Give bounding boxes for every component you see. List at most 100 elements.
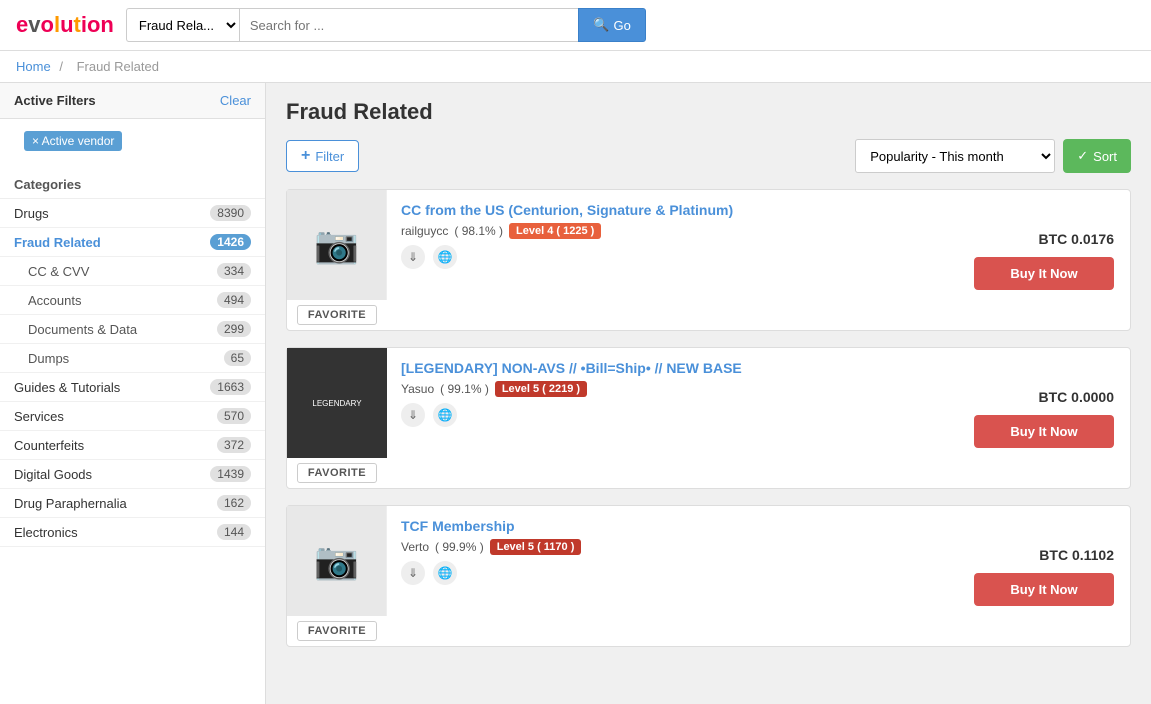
seller-name: Verto [401,540,429,554]
active-vendor-filter-tag[interactable]: × Active vendor [24,131,122,151]
filter-btn-label: Filter [315,149,344,164]
product-title[interactable]: TCF Membership [401,518,936,534]
sidebar-category-item[interactable]: Drugs 8390 [0,199,265,228]
globe-icon[interactable]: 🌐 [433,245,457,269]
sidebar: Active Filters Clear × Active vendor Cat… [0,83,266,704]
download-icon[interactable]: ⇓ [401,403,425,427]
product-pricing: BTC 0.0000 Buy It Now [950,348,1130,488]
buy-now-button[interactable]: Buy It Now [974,257,1114,290]
product-meta: Verto ( 99.9% ) Level 5 ( 1170 ) [401,539,936,555]
buy-now-button[interactable]: Buy It Now [974,573,1114,606]
active-filters-bar: Active Filters Clear [0,83,265,119]
download-icon[interactable]: ⇓ [401,245,425,269]
category-label: Accounts [28,293,81,308]
search-icon: 🔍 [593,17,609,33]
category-count: 299 [217,321,251,337]
favorite-bar: FAVORITE [289,616,385,646]
sidebar-category-item[interactable]: Counterfeits372 [0,431,265,460]
product-image: 📷 [287,506,387,616]
sidebar-category-item[interactable]: Drug Paraphernalia162 [0,489,265,518]
categories-title: Categories [0,167,265,199]
product-info: TCF Membership Verto ( 99.9% ) Level 5 (… [387,506,950,646]
sidebar-category-item[interactable]: Fraud Related1426 [0,228,265,257]
category-label: Drugs [14,206,49,221]
search-btn-label: Go [614,18,631,33]
product-action-icons: ⇓ 🌐 [401,245,936,269]
category-label: Digital Goods [14,467,92,482]
globe-icon[interactable]: 🌐 [433,403,457,427]
category-count: 494 [217,292,251,308]
category-label: Fraud Related [14,235,101,250]
favorite-button[interactable]: FAVORITE [297,305,377,325]
product-price: BTC 0.0176 [1039,231,1114,247]
category-label: Documents & Data [28,322,137,337]
sidebar-category-item[interactable]: CC & CVV334 [0,257,265,286]
category-count: 8390 [210,205,251,221]
product-price: BTC 0.0000 [1039,389,1114,405]
search-category-select[interactable]: Fraud Rela... [126,8,239,42]
level-badge: Level 5 ( 2219 ) [495,381,587,397]
sidebar-category-item[interactable]: Dumps65 [0,344,265,373]
active-filters-label: Active Filters [14,93,96,108]
category-label: Services [14,409,64,424]
buy-now-button[interactable]: Buy It Now [974,415,1114,448]
plus-icon: + [301,147,310,165]
product-title[interactable]: CC from the US (Centurion, Signature & P… [401,202,936,218]
category-count: 1663 [210,379,251,395]
seller-name: railguycc [401,224,448,238]
product-image: 📷 [287,190,387,300]
level-badge: Level 5 ( 1170 ) [490,539,582,555]
category-label: CC & CVV [28,264,89,279]
sidebar-category-item[interactable]: Electronics144 [0,518,265,547]
globe-icon[interactable]: 🌐 [433,561,457,585]
product-image-col: 📷 FAVORITE [287,190,387,330]
product-action-icons: ⇓ 🌐 [401,403,936,427]
seller-rating: ( 99.9% ) [435,540,484,554]
category-count: 144 [217,524,251,540]
product-meta: Yasuo ( 99.1% ) Level 5 ( 2219 ) [401,381,936,397]
categories-list: Drugs8390Fraud Related1426CC & CVV334Acc… [0,199,265,547]
breadcrumb-separator: / [59,59,63,74]
product-info: [LEGENDARY] NON-AVS // •Bill=Ship• // NE… [387,348,950,488]
product-image: LEGENDARY [287,348,387,458]
seller-name: Yasuo [401,382,434,396]
product-img-text: LEGENDARY [308,395,365,412]
category-count: 372 [217,437,251,453]
product-title[interactable]: [LEGENDARY] NON-AVS // •Bill=Ship• // NE… [401,360,936,376]
sort-select[interactable]: Popularity - This month [855,139,1055,173]
favorite-button[interactable]: FAVORITE [297,463,377,483]
sidebar-category-item[interactable]: Documents & Data 299 [0,315,265,344]
product-card: 📷 FAVORITE TCF Membership Verto ( 99.9% … [286,505,1131,647]
filter-button[interactable]: + Filter [286,140,359,172]
category-label: Guides & Tutorials [14,380,120,395]
sort-area: Popularity - This month ✓ Sort [855,139,1131,173]
header: evolution Fraud Rela... 🔍 Go [0,0,1151,51]
clear-filters-link[interactable]: Clear [220,93,251,108]
toolbar: + Filter Popularity - This month ✓ Sort [286,139,1131,173]
sort-button[interactable]: ✓ Sort [1063,139,1131,173]
sidebar-category-item[interactable]: Guides & Tutorials 1663 [0,373,265,402]
category-count: 65 [224,350,251,366]
sidebar-category-item[interactable]: Accounts 494 [0,286,265,315]
breadcrumb-current: Fraud Related [77,59,159,74]
breadcrumb-home[interactable]: Home [16,59,51,74]
search-area: Fraud Rela... 🔍 Go [126,8,646,42]
breadcrumb: Home / Fraud Related [0,51,1151,83]
sidebar-category-item[interactable]: Digital Goods1439 [0,460,265,489]
sort-btn-label: Sort [1093,149,1117,164]
category-count: 570 [217,408,251,424]
main-layout: Active Filters Clear × Active vendor Cat… [0,83,1151,704]
category-count: 162 [217,495,251,511]
page-title: Fraud Related [286,99,1131,125]
product-list: 📷 FAVORITE CC from the US (Centurion, Si… [286,189,1131,647]
search-input[interactable] [239,8,578,42]
search-button[interactable]: 🔍 Go [578,8,646,42]
seller-rating: ( 98.1% ) [454,224,503,238]
camera-icon: 📷 [314,224,359,266]
logo: evolution [16,12,114,38]
product-card: LEGENDARY FAVORITE [LEGENDARY] NON-AVS /… [286,347,1131,489]
favorite-button[interactable]: FAVORITE [297,621,377,641]
download-icon[interactable]: ⇓ [401,561,425,585]
sidebar-category-item[interactable]: Services 570 [0,402,265,431]
favorite-bar: FAVORITE [289,458,385,488]
